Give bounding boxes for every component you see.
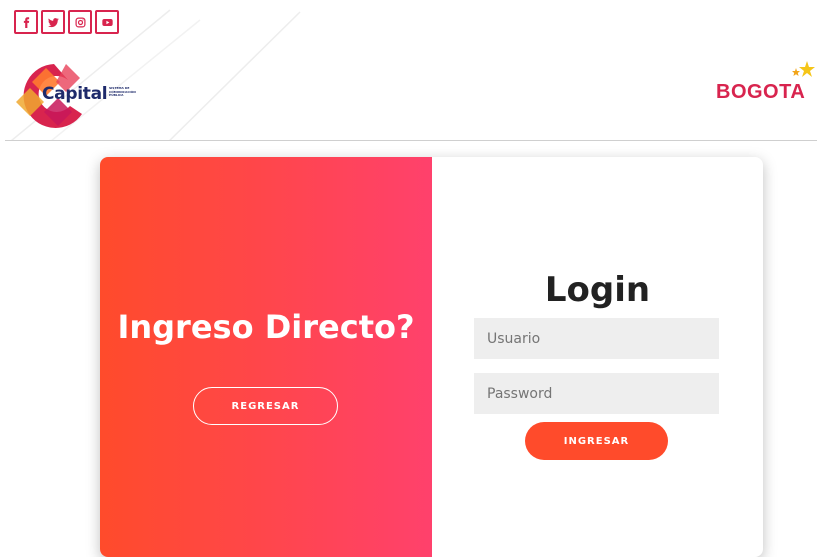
twitter-icon[interactable] bbox=[41, 10, 65, 34]
capital-logo-wordmark: Capital bbox=[42, 84, 108, 104]
username-input[interactable] bbox=[474, 318, 719, 359]
instagram-icon[interactable] bbox=[68, 10, 92, 34]
login-title: Login bbox=[544, 270, 651, 310]
bogota-logo[interactable]: BOGOTA bbox=[716, 60, 817, 110]
header-divider bbox=[5, 140, 817, 141]
social-links bbox=[14, 10, 119, 34]
direct-access-panel bbox=[100, 157, 432, 557]
capital-logo[interactable]: Capital SISTEMA DE COMUNICACIÓN PÚBLICA bbox=[16, 58, 156, 134]
direct-access-title: Ingreso Directo? bbox=[117, 308, 415, 346]
ingresar-button[interactable]: INGRESAR bbox=[525, 422, 668, 460]
capital-logo-tagline: SISTEMA DE COMUNICACIÓN PÚBLICA bbox=[109, 86, 136, 98]
youtube-icon[interactable] bbox=[95, 10, 119, 34]
regresar-button[interactable]: REGRESAR bbox=[193, 387, 338, 425]
bogota-stars-icon bbox=[792, 61, 815, 77]
password-input[interactable] bbox=[474, 373, 719, 414]
facebook-icon[interactable] bbox=[14, 10, 38, 34]
login-card: Ingreso Directo? REGRESAR Login INGRESAR bbox=[100, 157, 763, 557]
